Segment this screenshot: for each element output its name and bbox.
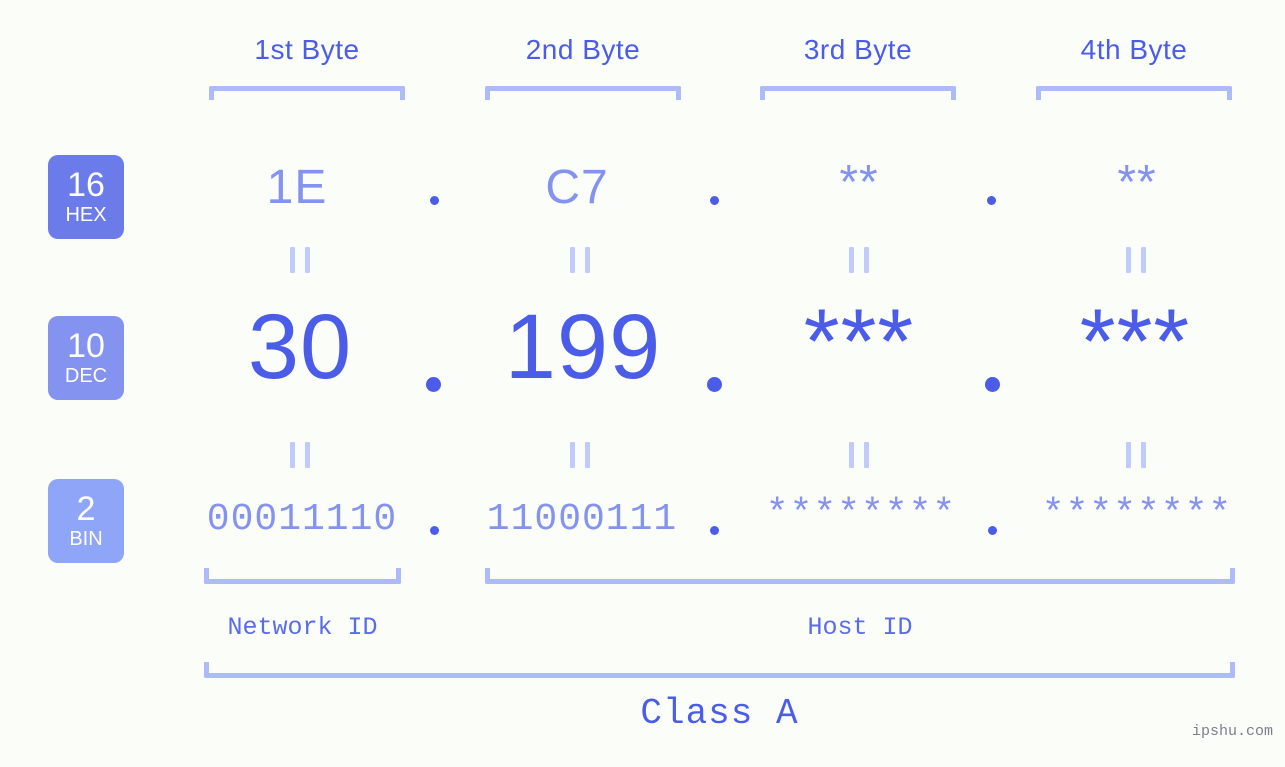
bin-value-byte-3: ******** xyxy=(765,493,957,536)
column-header-byte-3: 3rd Byte xyxy=(803,34,913,65)
equals-mark-hex-dec-3 xyxy=(849,247,869,273)
base-badge-hex-name: HEX xyxy=(65,204,107,226)
dec-separator-dot-1 xyxy=(426,377,441,392)
bracket-host-id xyxy=(485,568,1235,584)
base-badge-dec-name: DEC xyxy=(64,365,108,387)
base-badge-bin-number: 2 xyxy=(76,490,96,528)
equals-mark-hex-dec-4 xyxy=(1126,247,1146,273)
base-badge-hex: 16 HEX xyxy=(48,155,124,239)
column-header-byte-4: 4th Byte xyxy=(1080,34,1188,65)
column-header-byte-1: 1st Byte xyxy=(254,34,360,65)
bin-separator-dot-2 xyxy=(710,526,719,535)
hex-value-byte-4: ** xyxy=(1117,156,1157,209)
equals-mark-dec-bin-4 xyxy=(1126,442,1146,468)
equals-mark-dec-bin-1 xyxy=(290,442,310,468)
base-badge-hex-number: 16 xyxy=(67,166,105,204)
base-badge-dec-number: 10 xyxy=(67,327,105,365)
bin-separator-dot-1 xyxy=(430,526,439,535)
bin-separator-dot-3 xyxy=(988,526,997,535)
dec-value-byte-3: *** xyxy=(803,291,915,393)
bin-value-byte-1: 00011110 xyxy=(206,498,398,541)
bracket-byte-1 xyxy=(209,86,405,100)
dec-value-byte-4: *** xyxy=(1079,291,1191,393)
dec-value-byte-1: 30 xyxy=(247,296,353,398)
ip-address-breakdown-diagram: 1st Byte 2nd Byte 3rd Byte 4th Byte 16 H… xyxy=(0,0,1285,767)
equals-mark-dec-bin-2 xyxy=(570,442,590,468)
watermark: ipshu.com xyxy=(1191,723,1273,740)
base-badge-bin: 2 BIN xyxy=(48,479,124,563)
base-badge-bin-name: BIN xyxy=(69,528,103,550)
dec-separator-dot-2 xyxy=(707,377,722,392)
bin-value-byte-4: ******** xyxy=(1041,493,1233,536)
bracket-byte-2 xyxy=(485,86,681,100)
bracket-byte-4 xyxy=(1036,86,1232,100)
label-host-id: Host ID xyxy=(807,613,913,642)
base-badge-dec: 10 DEC xyxy=(48,316,124,400)
hex-value-byte-2: C7 xyxy=(545,161,609,214)
label-network-id: Network ID xyxy=(227,613,378,642)
hex-separator-dot-1 xyxy=(430,196,439,205)
label-class: Class A xyxy=(640,693,799,734)
equals-mark-hex-dec-2 xyxy=(570,247,590,273)
equals-mark-dec-bin-3 xyxy=(849,442,869,468)
dec-separator-dot-3 xyxy=(985,377,1000,392)
bracket-class xyxy=(204,662,1235,678)
bin-value-byte-2: 11000111 xyxy=(486,498,678,541)
column-header-byte-2: 2nd Byte xyxy=(525,34,641,65)
hex-value-byte-3: ** xyxy=(839,156,879,209)
hex-separator-dot-2 xyxy=(710,196,719,205)
equals-mark-hex-dec-1 xyxy=(290,247,310,273)
hex-separator-dot-3 xyxy=(987,196,996,205)
bracket-byte-3 xyxy=(760,86,956,100)
dec-value-byte-2: 199 xyxy=(504,296,662,398)
hex-value-byte-1: 1E xyxy=(266,161,328,214)
bracket-network-id xyxy=(204,568,401,584)
